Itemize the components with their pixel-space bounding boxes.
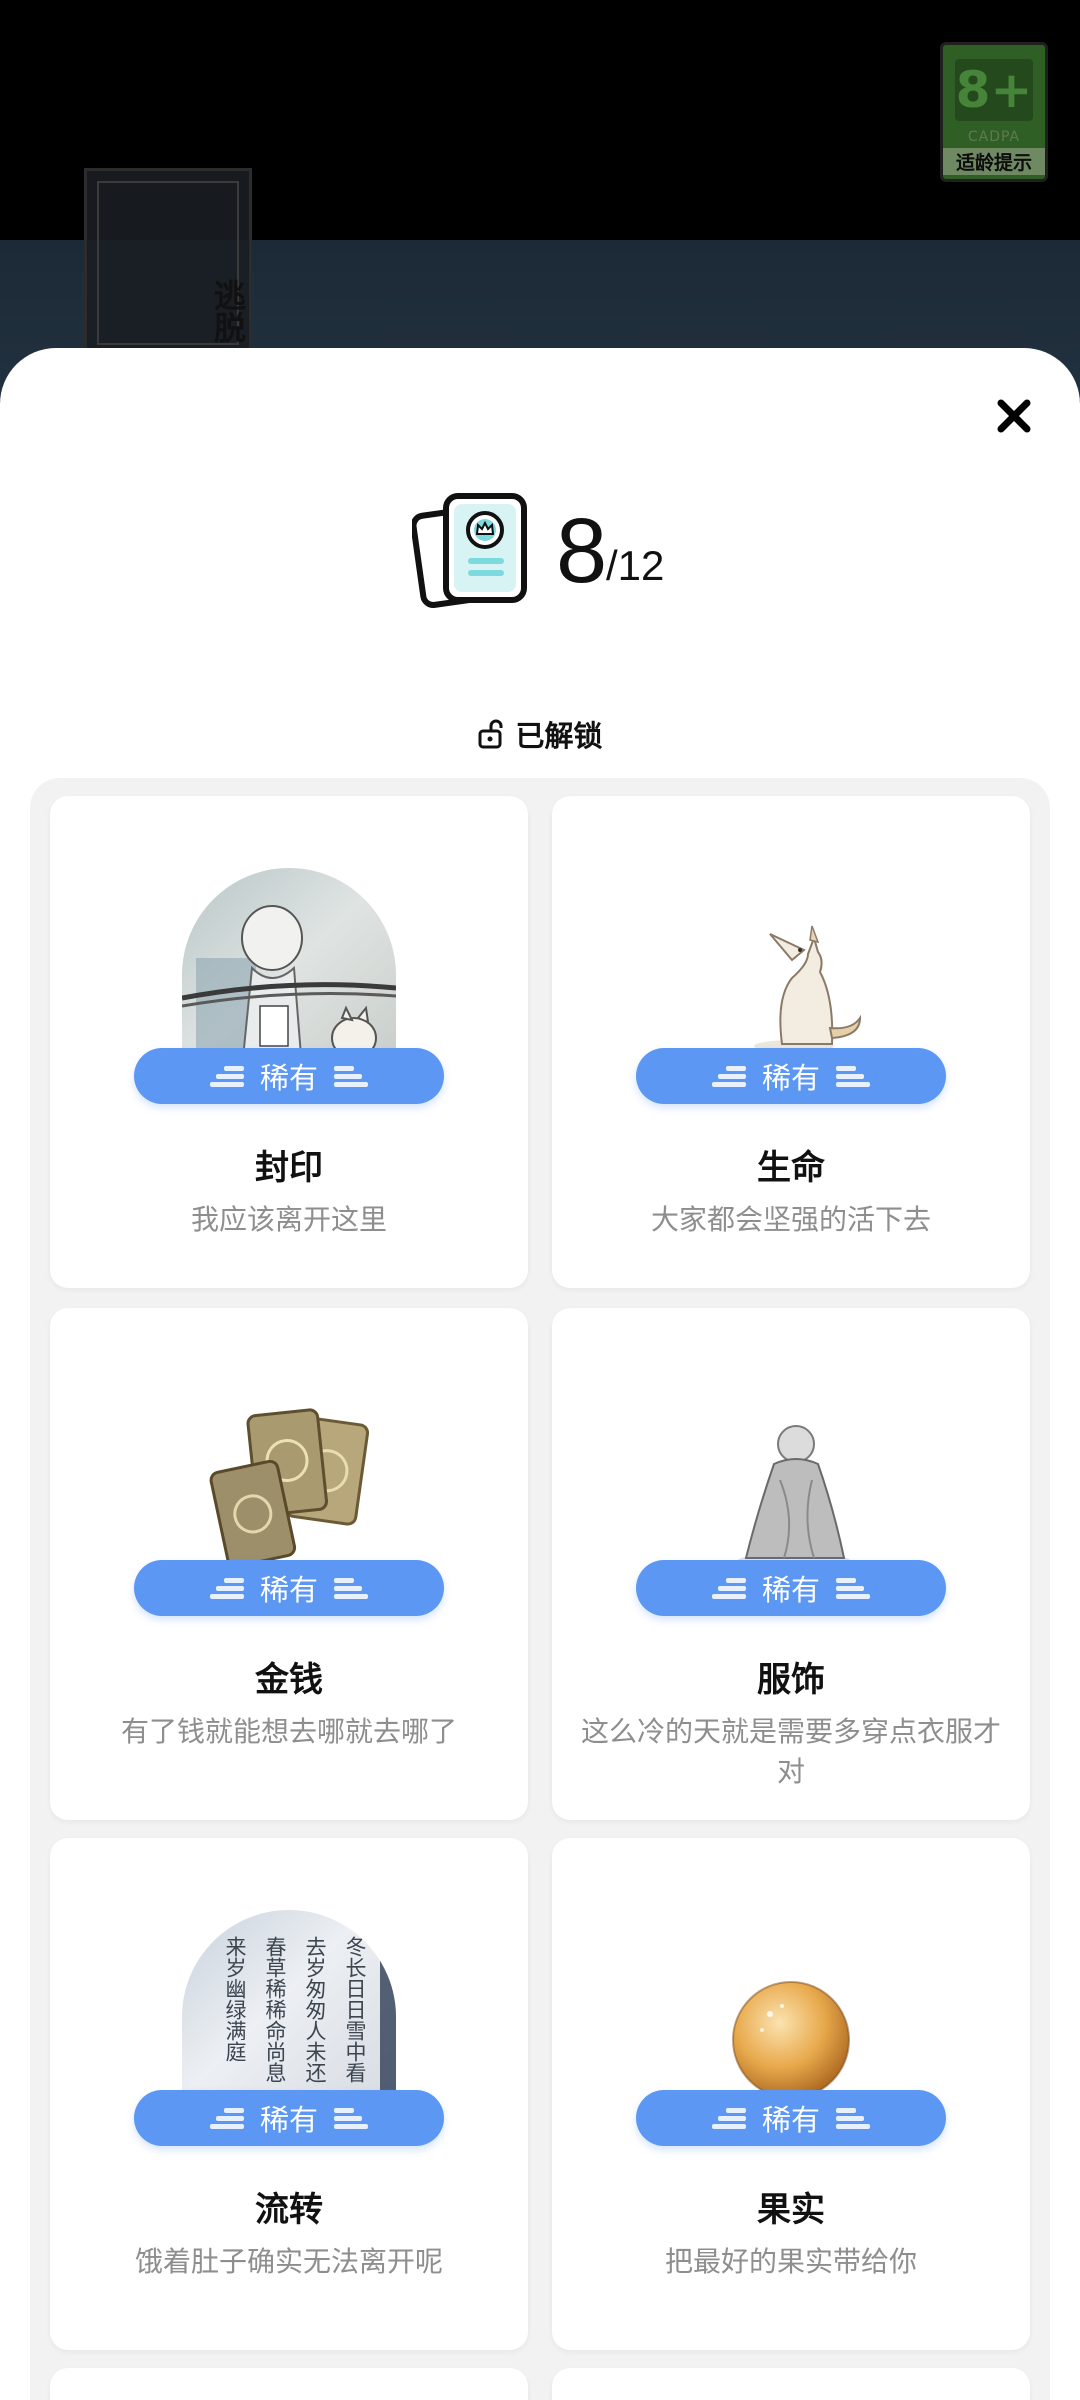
- fox-image: [684, 868, 898, 1068]
- card-title: 服饰: [757, 1660, 825, 1700]
- rarity-bars-left-icon: [209, 1574, 244, 1602]
- rarity-bars-left-icon: [711, 1062, 746, 1090]
- unlock-icon: [478, 719, 503, 749]
- rarity-badge: 稀有: [636, 1048, 946, 1104]
- card-description: 这么冷的天就是需要多穿点衣服才对: [580, 1715, 1001, 1788]
- poem-line: 冬长日日雪中看: [343, 1936, 367, 2083]
- collection-card[interactable]: 稀有 封印 我应该离开这里: [50, 796, 528, 1288]
- rarity-badge: 稀有: [134, 1560, 444, 1616]
- card-description: 有了钱就能想去哪就去哪了: [120, 1715, 457, 1748]
- fruit-image: [684, 1910, 898, 2110]
- collection-card[interactable]: 冬长日日雪中看 去岁匆匆人未还 春草稀稀命尚息 来岁幽绿满庭 稀有 流转 饿着肚…: [50, 1838, 528, 2350]
- poem-line: 春草稀稀命尚息: [263, 1936, 287, 2083]
- screen: 逃脱 8+ CADPA 适龄提示 8 /12 已解锁 稀有 封印 我应该离开这里…: [0, 0, 1080, 2400]
- unlocked-section-header: 已解锁: [0, 714, 1080, 754]
- rarity-label: 稀有: [259, 1061, 318, 1095]
- rarity-label: 稀有: [259, 1573, 318, 1607]
- age-rating-badge: 8+ CADPA 适龄提示: [940, 42, 1048, 182]
- poem-line: 来岁幽绿满庭: [223, 1936, 247, 2062]
- rarity-badge: 稀有: [134, 2090, 444, 2146]
- total-count: /12: [606, 542, 665, 589]
- card-description: 把最好的果实带给你: [664, 2245, 917, 2278]
- card-title: 封印: [255, 1148, 323, 1188]
- card-title: 金钱: [255, 1660, 323, 1700]
- escape-button[interactable]: 逃脱: [84, 168, 252, 358]
- collection-card[interactable]: 稀有 生命 大家都会坚强的活下去: [552, 796, 1030, 1288]
- card-description: 饿着肚子确实无法离开呢: [134, 2245, 443, 2278]
- rarity-bars-right-icon: [836, 2104, 870, 2132]
- rarity-bars-right-icon: [334, 1574, 368, 1602]
- rarity-bars-left-icon: [209, 2104, 244, 2132]
- card-description: 大家都会坚强的活下去: [650, 1203, 931, 1236]
- close-button[interactable]: [984, 386, 1044, 446]
- rarity-badge: 稀有: [636, 2090, 946, 2146]
- gold-coins-image: [182, 1380, 396, 1580]
- rarity-label: 稀有: [761, 1061, 820, 1095]
- robed-figure-image: [684, 1380, 898, 1580]
- rarity-bars-left-icon: [711, 1574, 746, 1602]
- rarity-label: 稀有: [761, 1573, 820, 1607]
- age-rating-tip: 适龄提示: [943, 148, 1045, 175]
- card-title: 生命: [757, 1148, 825, 1188]
- age-rating-org: CADPA: [967, 129, 1021, 145]
- collection-counter: 8 /12: [412, 490, 732, 620]
- rarity-bars-right-icon: [334, 1062, 368, 1090]
- sealed-figure-image: [182, 868, 396, 1068]
- rarity-badge: 稀有: [636, 1560, 946, 1616]
- poem-scroll-image: 冬长日日雪中看 去岁匆匆人未还 春草稀稀命尚息 来岁幽绿满庭: [182, 1910, 396, 2110]
- rarity-badge: 稀有: [134, 1048, 444, 1104]
- unlocked-count: 8: [556, 500, 608, 602]
- escape-label: 逃脱: [209, 279, 247, 343]
- card-collection-icon: [412, 493, 527, 608]
- collection-card-partial[interactable]: [50, 2368, 528, 2400]
- rarity-bars-right-icon: [836, 1062, 870, 1090]
- rarity-bars-left-icon: [711, 2104, 746, 2132]
- scroll-edge: [380, 1910, 396, 2110]
- rarity-label: 稀有: [761, 2103, 820, 2137]
- card-description: 我应该离开这里: [190, 1203, 387, 1236]
- rarity-bars-left-icon: [209, 1062, 244, 1090]
- card-title: 流转: [255, 2190, 323, 2230]
- collection-card[interactable]: 稀有 服饰 这么冷的天就是需要多穿点衣服才对: [552, 1308, 1030, 1820]
- rarity-bars-right-icon: [334, 2104, 368, 2132]
- close-icon: [997, 399, 1031, 433]
- rarity-label: 稀有: [259, 2103, 318, 2137]
- unlocked-label: 已解锁: [515, 719, 603, 753]
- poem-line: 去岁匆匆人未还: [303, 1936, 327, 2083]
- collection-card-partial[interactable]: [552, 2368, 1030, 2400]
- collection-card[interactable]: 稀有 金钱 有了钱就能想去哪就去哪了: [50, 1308, 528, 1820]
- card-title: 果实: [757, 2190, 825, 2230]
- rarity-bars-right-icon: [836, 1574, 870, 1602]
- age-rating: 8+: [955, 59, 1033, 121]
- collection-card[interactable]: 稀有 果实 把最好的果实带给你: [552, 1838, 1030, 2350]
